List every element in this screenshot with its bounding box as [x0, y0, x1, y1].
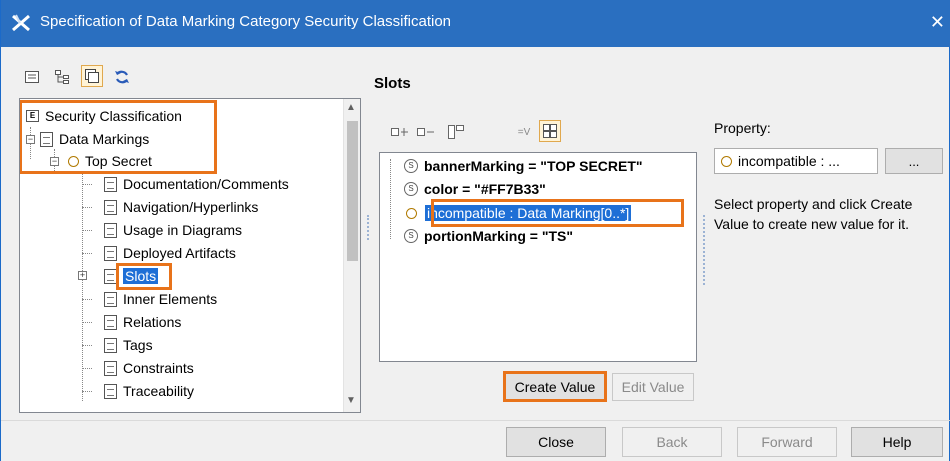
page-icon [104, 245, 117, 261]
help-button[interactable]: Help [851, 427, 943, 457]
page-icon [104, 176, 117, 192]
page-icon [104, 360, 117, 376]
slots-heading: Slots [374, 75, 411, 92]
expand-all-icon[interactable] [389, 121, 411, 143]
tree-item-traceability[interactable]: Traceability [104, 380, 194, 402]
forward-button[interactable]: Forward [737, 427, 837, 457]
tree-item-navigation[interactable]: Navigation/Hyperlinks [104, 196, 258, 218]
slot-row-banner-marking[interactable]: SbannerMarking = "TOP SECRET" [390, 155, 643, 177]
page-icon [104, 314, 117, 330]
slot-icon: S [404, 229, 418, 243]
page-icon [104, 199, 117, 215]
highlight-incompatible [431, 199, 684, 227]
highlight-slots [116, 263, 172, 290]
property-icon [406, 207, 417, 219]
page-icon [104, 222, 117, 238]
property-icon [721, 155, 732, 167]
slot-icon: S [404, 159, 418, 173]
highlight-tree-header [20, 100, 217, 174]
scroll-thumb[interactable] [347, 121, 358, 261]
splitter-left[interactable] [367, 215, 369, 240]
close-button[interactable]: Close [506, 427, 606, 457]
slot-icon: S [404, 182, 418, 196]
window-title: Specification of Data Marking Category S… [40, 13, 452, 30]
scroll-up-icon[interactable]: ▲ [346, 102, 356, 113]
collapse-all-icon[interactable] [415, 121, 437, 143]
tree-item-tags[interactable]: Tags [104, 334, 153, 356]
title-bar: Specification of Data Marking Category S… [1, 0, 950, 47]
tree-view-icon[interactable] [51, 66, 73, 88]
tree-item-inner-elements[interactable]: Inner Elements [104, 288, 217, 310]
tree-item-relations[interactable]: Relations [104, 311, 181, 333]
refresh-icon[interactable] [111, 66, 133, 88]
app-logo-icon [12, 14, 30, 32]
navigation-tree[interactable]: E Security Classification − Data Marking… [19, 98, 361, 413]
footer-divider [1, 420, 950, 421]
tree-item-deployed-artifacts[interactable]: Deployed Artifacts [104, 242, 236, 264]
property-field[interactable]: incompatible : ... [714, 148, 878, 174]
browse-button[interactable]: ... [885, 148, 943, 174]
compartment-view-icon[interactable] [81, 65, 103, 87]
slot-row-portion-marking[interactable]: SportionMarking = "TS" [390, 225, 573, 247]
property-help-text: Select property and click Create Value t… [714, 196, 913, 232]
grid-view-icon[interactable] [539, 120, 561, 142]
tree-scrollbar[interactable]: ▲ ▼ [343, 99, 360, 412]
property-label: Property: [714, 120, 771, 136]
list-view-icon[interactable] [21, 66, 43, 88]
close-icon[interactable]: ✕ [930, 12, 945, 33]
page-icon [104, 383, 117, 399]
tree-item-documentation[interactable]: Documentation/Comments [104, 173, 289, 195]
scroll-down-icon[interactable]: ▼ [346, 395, 356, 406]
tree-item-constraints[interactable]: Constraints [104, 357, 194, 379]
slots-list[interactable]: SbannerMarking = "TOP SECRET" Scolor = "… [379, 152, 697, 362]
edit-value-button[interactable]: Edit Value [612, 373, 694, 401]
slots-toolbar: =V [389, 118, 589, 146]
create-value-button[interactable]: Create Value [503, 371, 607, 402]
page-icon [104, 291, 117, 307]
specification-dialog: Specification of Data Marking Category S… [0, 0, 950, 461]
show-values-icon[interactable]: =V [513, 121, 535, 143]
hierarchy-icon[interactable] [445, 121, 467, 143]
back-button[interactable]: Back [622, 427, 722, 457]
page-icon [104, 337, 117, 353]
slot-row-color[interactable]: Scolor = "#FF7B33" [390, 178, 546, 200]
splitter-right[interactable] [703, 215, 705, 285]
tree-item-usage-in-diagrams[interactable]: Usage in Diagrams [104, 219, 242, 241]
tree-toolbar [19, 62, 359, 92]
expand-icon[interactable]: + [78, 271, 87, 280]
